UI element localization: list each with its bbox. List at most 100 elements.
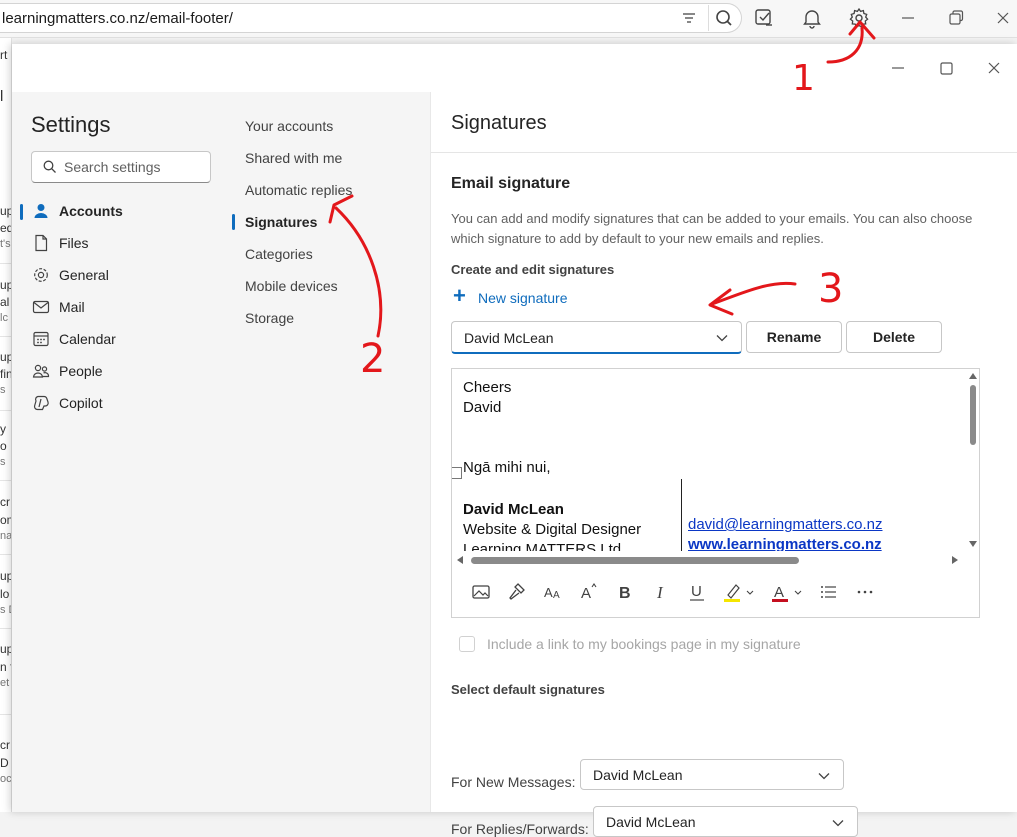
search-settings-input[interactable] (62, 156, 202, 178)
bg-text: up (0, 350, 11, 364)
editor-line: Website & Digital Designer (463, 521, 642, 538)
svg-text:B: B (619, 585, 631, 602)
scroll-left-icon[interactable] (457, 556, 463, 564)
close-icon[interactable] (991, 6, 1015, 30)
dialog-maximize-icon[interactable] (932, 54, 960, 82)
notifications-icon[interactable] (800, 6, 824, 30)
image-icon[interactable] (468, 579, 494, 605)
bg-text: s D (0, 604, 11, 616)
underline-icon[interactable]: U (684, 579, 710, 605)
search-button[interactable] (708, 5, 738, 31)
bg-divider (0, 410, 11, 411)
delete-button[interactable]: Delete (846, 321, 942, 353)
bg-text: D (0, 756, 9, 770)
nav-item-label: Accounts (59, 203, 123, 219)
bg-text: l (0, 88, 4, 105)
section-title: Email signature (451, 175, 571, 192)
svg-text:I: I (656, 583, 664, 602)
scroll-down-icon[interactable] (969, 541, 977, 547)
bg-divider (0, 480, 11, 481)
more-icon[interactable] (852, 579, 878, 605)
search-settings-box[interactable] (31, 151, 211, 183)
bg-text: n f (0, 660, 11, 674)
minimize-icon[interactable] (896, 6, 920, 30)
subnav-categories[interactable]: Categories (245, 246, 313, 262)
address-bar[interactable]: learningmatters.co.nz/email-footer/ (0, 3, 742, 33)
table-handle[interactable] (452, 467, 462, 479)
font-color-icon[interactable]: A (768, 579, 804, 605)
email-link[interactable]: david@learningmatters.co.nz (688, 516, 883, 533)
bullets-icon[interactable] (816, 579, 842, 605)
nav-item-general[interactable]: General (20, 260, 220, 290)
subnav-shared-with-me[interactable]: Shared with me (245, 150, 342, 166)
scroll-right-icon[interactable] (952, 556, 958, 564)
editor-content[interactable]: Cheers David Ngā mihi nui, David McLean … (452, 369, 966, 551)
dialog-minimize-icon[interactable] (884, 54, 912, 82)
nav-item-mail[interactable]: Mail (20, 292, 220, 322)
scroll-thumb[interactable] (970, 385, 976, 445)
new-messages-select[interactable]: David McLean (580, 759, 844, 790)
file-icon (35, 234, 48, 252)
horizontal-scrollbar[interactable] (452, 553, 966, 567)
active-indicator (20, 204, 23, 220)
nav-item-copilot[interactable]: Copilot (20, 388, 220, 418)
search-icon (716, 10, 732, 26)
section-description: You can add and modify signatures that c… (451, 211, 973, 246)
settings-gear-icon[interactable] (847, 6, 871, 30)
highlight-icon[interactable] (720, 579, 756, 605)
replies-select[interactable]: David McLean (593, 806, 858, 837)
url-text[interactable]: learningmatters.co.nz/email-footer/ (2, 10, 233, 27)
restore-icon[interactable] (944, 6, 968, 30)
filter-icon[interactable] (680, 9, 698, 27)
collections-icon[interactable] (752, 6, 776, 30)
search-icon (43, 160, 56, 173)
scroll-up-icon[interactable] (969, 373, 977, 379)
bg-text: up (0, 569, 11, 583)
nav-item-accounts[interactable]: Accounts (20, 196, 220, 226)
browser-toolbar: learningmatters.co.nz/email-footer/ (0, 0, 1017, 38)
mail-icon (32, 300, 50, 314)
website-link[interactable]: www.learningmatters.co.nz (688, 536, 882, 551)
format-toolbar: A A A B I U A (452, 575, 979, 611)
format-painter-icon[interactable] (504, 579, 530, 605)
bookings-checkbox[interactable] (459, 636, 475, 652)
dialog-close-icon[interactable] (980, 54, 1008, 82)
signature-select[interactable]: David McLean (451, 321, 742, 354)
divider (431, 152, 1017, 153)
bg-text: al (0, 295, 10, 309)
bg-text: y (0, 422, 6, 436)
subnav-storage[interactable]: Storage (245, 310, 294, 326)
bold-icon[interactable]: B (612, 579, 638, 605)
editor-line: David McLean (463, 501, 564, 518)
font-size-icon[interactable]: A A (540, 579, 566, 605)
bg-text: et (0, 677, 10, 689)
settings-nav: Settings Accounts Files (12, 92, 230, 812)
scroll-thumb[interactable] (471, 557, 799, 564)
nav-item-people[interactable]: People (20, 356, 220, 386)
editor-line: Ngā mihi nui, (463, 459, 551, 476)
vertical-scrollbar[interactable] (966, 369, 980, 553)
bg-text: s (0, 456, 6, 468)
bookings-label: Include a link to my bookings page in my… (487, 636, 801, 652)
subnav-signatures[interactable]: Signatures (245, 214, 317, 230)
nav-item-label: General (59, 267, 109, 283)
svg-text:A: A (581, 585, 591, 602)
active-indicator (232, 214, 235, 230)
subnav-mobile-devices[interactable]: Mobile devices (245, 278, 338, 294)
subnav-your-accounts[interactable]: Your accounts (245, 118, 333, 134)
grow-font-icon[interactable]: A (576, 579, 602, 605)
italic-icon[interactable]: I (648, 579, 674, 605)
replies-label: For Replies/Forwards: (451, 821, 589, 837)
subnav-automatic-replies[interactable]: Automatic replies (245, 182, 352, 198)
bg-text: ed (0, 221, 11, 235)
chevron-down-icon (832, 820, 844, 827)
table-divider (681, 479, 682, 551)
nav-item-calendar[interactable]: Calendar (20, 324, 220, 354)
bg-text: up (0, 642, 11, 656)
page-title: Signatures (451, 112, 547, 134)
signature-editor[interactable]: Cheers David Ngā mihi nui, David McLean … (451, 368, 980, 618)
editor-line: David (463, 399, 502, 416)
bg-text: oc (0, 773, 12, 785)
rename-button[interactable]: Rename (746, 321, 842, 353)
nav-item-files[interactable]: Files (20, 228, 220, 258)
